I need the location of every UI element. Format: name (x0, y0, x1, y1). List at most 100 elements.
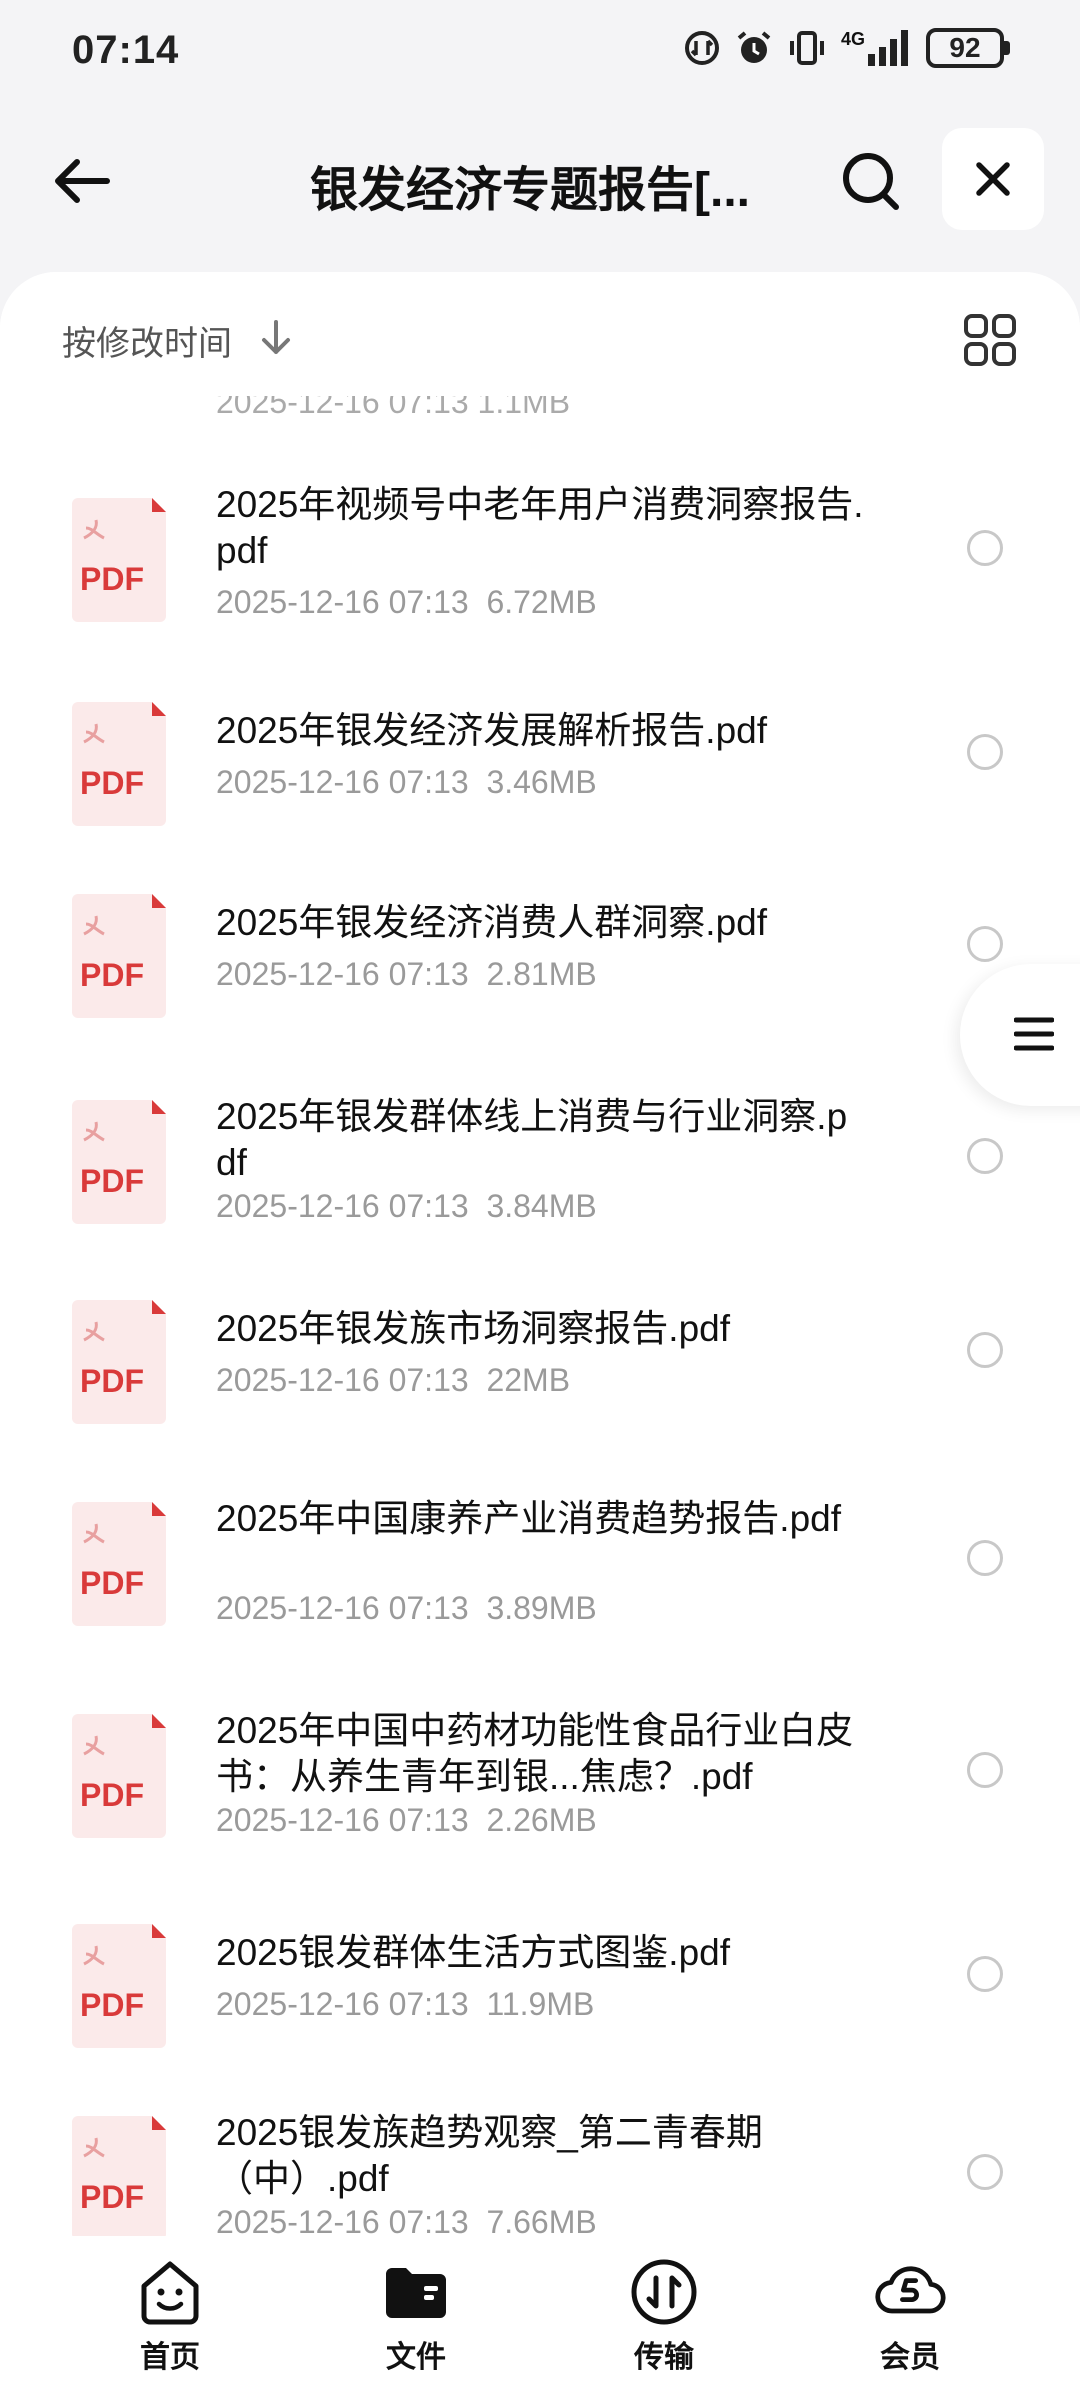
nav-member[interactable]: 会员 (830, 2256, 990, 2376)
sort-label[interactable]: 按修改时间 (62, 316, 232, 365)
sort-bar: 按修改时间 (0, 272, 1080, 396)
file-size: 3.84MB (486, 1188, 597, 1224)
app-header: 银发经济专题报告[... (0, 100, 1080, 270)
pdf-icon-label: PDF (80, 1777, 144, 1813)
home-face-icon (134, 2256, 206, 2328)
vibrate-icon (787, 29, 827, 67)
file-name: 2025年视频号中老年用户消费洞察报告.pdf (216, 484, 864, 571)
select-radio[interactable] (967, 2154, 1003, 2190)
transfer-icon (628, 2256, 700, 2328)
file-item[interactable]: PDF 2025年银发经济消费人群洞察.pdf 2025-12-16 07:13… (0, 894, 1080, 1030)
pdf-file-icon: PDF (68, 1300, 170, 1424)
pdf-icon-label: PDF (80, 957, 144, 993)
member-cloud-icon (874, 2256, 946, 2328)
file-name: 2025银发群体生活方式图鉴.pdf (216, 1932, 731, 1973)
grid-view-button[interactable] (960, 310, 1020, 370)
nav-transfer[interactable]: 传输 (584, 2256, 744, 2376)
file-size: 3.89MB (486, 1590, 597, 1626)
select-radio[interactable] (967, 1956, 1003, 1992)
search-button[interactable] (836, 146, 906, 216)
file-meta: 2025-12-16 07:13 22MB (216, 1362, 570, 1399)
file-item[interactable]: PDF 2025银发族趋势观察_第二青春期（中）.pdf 2025-12-16 … (0, 2110, 1080, 2236)
file-meta: 2025-12-16 07:13 3.84MB (216, 1188, 597, 1225)
back-button[interactable] (46, 146, 116, 216)
battery-icon: 92 (926, 28, 1004, 68)
file-item[interactable]: PDF 2025银发群体生活方式图鉴.pdf 2025-12-16 07:13 … (0, 1924, 1080, 2060)
file-name: 2025年银发经济消费人群洞察.pdf (216, 902, 768, 943)
battery-indicator: 92 (926, 28, 1010, 68)
file-item[interactable]: PDF 2025年银发族市场洞察报告.pdf 2025-12-16 07:13 … (0, 1300, 1080, 1436)
file-size: 22MB (486, 1362, 571, 1398)
file-item[interactable]: PDF 2025年中国中药材功能性食品行业白皮书：从养生青年到银...焦虑？.p… (0, 1708, 1080, 1868)
select-radio[interactable] (967, 1138, 1003, 1174)
signal-4g-icon: 4G (841, 30, 912, 66)
select-radio[interactable] (967, 926, 1003, 962)
file-item[interactable]: PDF 2025年银发经济发展解析报告.pdf 2025-12-16 07:13… (0, 702, 1080, 838)
page-title: 银发经济专题报告[... (310, 164, 750, 217)
file-meta: 2025-12-16 07:13 2.26MB (216, 1802, 597, 1839)
file-date: 2025-12-16 07:13 (216, 1802, 469, 1838)
select-radio[interactable] (967, 1752, 1003, 1788)
pdf-icon-label: PDF (80, 1363, 144, 1399)
nav-label: 首页 (140, 2341, 200, 2374)
arrow-left-icon (55, 159, 110, 203)
data-saver-icon (683, 29, 721, 67)
close-button[interactable] (942, 128, 1044, 230)
file-name: 2025年中国中药材功能性食品行业白皮书：从养生青年到银...焦虑？.pdf (216, 1710, 854, 1797)
select-radio[interactable] (967, 734, 1003, 770)
folder-icon (380, 2256, 452, 2328)
pdf-file-icon: PDF (68, 894, 170, 1018)
file-date: 2025-12-16 07:13 (216, 764, 469, 800)
file-date: 2025-12-16 07:13 (216, 1986, 469, 2022)
nav-home[interactable]: 首页 (90, 2256, 250, 2376)
file-date: 2025-12-16 07:13 (216, 1362, 469, 1398)
status-bar: 07:14 4G 92 (0, 0, 1080, 100)
pdf-file-icon: PDF (68, 702, 170, 826)
alarm-icon (735, 29, 773, 67)
file-meta: 2025-12-16 07:13 6.72MB (216, 584, 597, 621)
file-item[interactable]: PDF 2025年银发群体线上消费与行业洞察.pdf 2025-12-16 07… (0, 1094, 1080, 1254)
pdf-icon-label: PDF (80, 765, 144, 801)
file-date: 2025-12-16 07:13 (216, 584, 469, 620)
search-icon (843, 153, 899, 210)
file-name: 2025银发族趋势观察_第二青春期（中）.pdf (216, 2112, 763, 2199)
pdf-icon-label: PDF (80, 1987, 144, 2023)
file-name: 2025年银发群体线上消费与行业洞察.pdf (216, 1096, 848, 1183)
file-item[interactable]: PDF 2025年视频号中老年用户消费洞察报告.pdf 2025-12-16 0… (0, 482, 1080, 662)
nav-label: 传输 (634, 2341, 694, 2374)
pdf-file-icon: PDF (68, 2116, 170, 2236)
file-list[interactable]: 2025-12-16 07:13 1.1MB PDF 2025年视频号中老年用户… (0, 272, 1080, 2236)
file-date: 2025-12-16 07:13 (216, 1188, 469, 1224)
nav-label: 文件 (386, 2341, 446, 2374)
pdf-file-icon: PDF (68, 1502, 170, 1626)
grid-view-icon (964, 314, 1016, 366)
pdf-file-icon: PDF (68, 1100, 170, 1224)
pdf-icon-label: PDF (80, 1163, 144, 1199)
pdf-icon-label: PDF (80, 1565, 144, 1601)
status-icons: 4G 92 (683, 28, 1010, 68)
pdf-file-icon: PDF (68, 1714, 170, 1838)
file-size: 2.81MB (486, 956, 597, 992)
file-item[interactable]: PDF 2025年中国康养产业消费趋势报告.pdf 2025-12-16 07:… (0, 1496, 1080, 1656)
arrow-down-icon[interactable] (258, 318, 294, 358)
file-size: 7.66MB (486, 2204, 597, 2236)
battery-cap (1004, 41, 1010, 55)
file-size: 3.46MB (486, 764, 597, 800)
pdf-file-icon: PDF (68, 1924, 170, 2048)
status-time: 07:14 (72, 28, 180, 72)
file-date: 2025-12-16 07:13 (216, 1590, 469, 1626)
select-radio[interactable] (967, 1332, 1003, 1368)
nav-files[interactable]: 文件 (336, 2256, 496, 2376)
file-meta: 2025-12-16 07:13 3.89MB (216, 1590, 597, 1627)
select-radio[interactable] (967, 1540, 1003, 1576)
file-meta: 2025-12-16 07:13 11.9MB (216, 1986, 594, 2023)
file-list-sheet: 2025-12-16 07:13 1.1MB PDF 2025年视频号中老年用户… (0, 272, 1080, 2400)
file-date: 2025-12-16 07:13 (216, 2204, 469, 2236)
network-type: 4G (840, 29, 865, 49)
bottom-nav: 首页 文件 传输 会员 (0, 2236, 1080, 2400)
file-size: 11.9MB (486, 1986, 595, 2022)
select-radio[interactable] (967, 530, 1003, 566)
file-name: 2025年银发经济发展解析报告.pdf (216, 710, 768, 751)
file-size: 6.72MB (486, 584, 597, 620)
pdf-icon-label: PDF (80, 2179, 144, 2215)
